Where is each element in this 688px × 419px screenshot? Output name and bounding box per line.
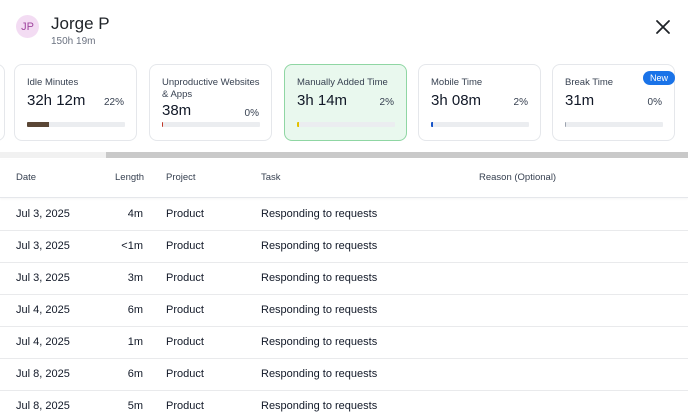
row-length: 6m	[127, 368, 143, 380]
row-task: Responding to requests	[261, 304, 378, 316]
row-length: 5m	[127, 400, 143, 412]
avatar-initials: JP	[21, 20, 34, 33]
summary-card-idle-minutes[interactable]: Idle Minutes 32h 12m 22%	[14, 64, 137, 141]
table-row[interactable]: Jul 8, 2025 5m Product Responding to reques…	[0, 391, 688, 419]
card-value: 31m	[565, 92, 595, 109]
horizontal-scrollbar[interactable]	[0, 152, 688, 158]
user-total-time: 150h 19m	[51, 36, 96, 47]
card-title: Idle Minutes	[27, 77, 79, 88]
card-percent: 0%	[647, 97, 662, 108]
progress-bar	[431, 122, 529, 127]
row-project: Product	[166, 368, 204, 380]
row-task: Responding to requests	[261, 368, 378, 380]
row-project: Product	[166, 208, 204, 220]
column-header-date[interactable]: Date	[16, 172, 36, 183]
row-project: Product	[166, 400, 204, 412]
row-date: Jul 3, 2025	[16, 208, 70, 220]
row-date: Jul 4, 2025	[16, 336, 70, 348]
dialog-header: JP Jorge P 150h 19m	[0, 0, 688, 60]
row-project: Product	[166, 272, 204, 284]
card-percent: 0%	[244, 108, 259, 119]
card-value: 3h 08m	[431, 92, 482, 109]
progress-fill	[431, 122, 433, 127]
row-date: Jul 4, 2025	[16, 304, 70, 316]
card-value: 38m	[162, 102, 192, 119]
card-title: Mobile Time	[431, 77, 483, 88]
scrollbar-thumb[interactable]	[106, 152, 688, 158]
progress-fill	[297, 122, 299, 127]
table-row[interactable]: Jul 3, 2025 3m Product Responding to reques…	[0, 263, 688, 295]
row-length: <1m	[121, 240, 143, 252]
table-row[interactable]: Jul 4, 2025 6m Product Responding to reques…	[0, 295, 688, 327]
progress-fill	[162, 122, 164, 127]
row-task: Responding to requests	[261, 272, 378, 284]
table-row[interactable]: Jul 3, 2025 4m Product Responding to reques…	[0, 199, 688, 231]
progress-fill	[27, 122, 49, 127]
summary-card-break-time[interactable]: Break Time 31m 0% New	[552, 64, 675, 141]
card-title: Unproductive Websites & Apps	[162, 77, 260, 100]
progress-bar	[27, 122, 125, 127]
table-row[interactable]: Jul 4, 2025 1m Product Responding to reques…	[0, 327, 688, 359]
row-length: 6m	[127, 304, 143, 316]
column-header-project[interactable]: Project	[166, 172, 196, 183]
row-length: 3m	[127, 272, 143, 284]
row-project: Product	[166, 240, 204, 252]
card-percent: 2%	[513, 97, 528, 108]
progress-fill	[565, 122, 567, 127]
column-header-task[interactable]: Task	[261, 172, 281, 183]
summary-card-unproductive[interactable]: Unproductive Websites & Apps 38m 0%	[149, 64, 272, 141]
avatar: JP	[16, 15, 39, 38]
row-task: Responding to requests	[261, 336, 378, 348]
summary-card-previous[interactable]	[0, 64, 5, 141]
row-date: Jul 8, 2025	[16, 368, 70, 380]
table-row[interactable]: Jul 8, 2025 6m Product Responding to reques…	[0, 359, 688, 391]
summary-cards[interactable]: Idle Minutes 32h 12m 22% Unproductive We…	[0, 64, 688, 142]
card-percent: 2%	[379, 97, 394, 108]
column-header-length[interactable]: Length	[115, 172, 144, 183]
card-title: Manually Added Time	[297, 77, 388, 88]
summary-card-manually-added[interactable]: Manually Added Time 3h 14m 2%	[284, 64, 407, 141]
card-value: 32h 12m	[27, 92, 86, 109]
progress-bar	[565, 122, 663, 127]
progress-bar	[297, 122, 395, 127]
row-length: 4m	[127, 208, 143, 220]
close-icon[interactable]	[652, 16, 674, 38]
row-length: 1m	[127, 336, 143, 348]
new-badge: New	[642, 71, 675, 85]
row-task: Responding to requests	[261, 208, 378, 220]
row-date: Jul 8, 2025	[16, 400, 70, 412]
progress-bar	[162, 122, 260, 127]
row-task: Responding to requests	[261, 240, 378, 252]
row-project: Product	[166, 336, 204, 348]
row-date: Jul 3, 2025	[16, 272, 70, 284]
column-header-reason[interactable]: Reason (Optional)	[479, 172, 556, 183]
row-project: Product	[166, 304, 204, 316]
table-header: Date Length Project Task Reason (Optiona…	[0, 160, 688, 198]
row-task: Responding to requests	[261, 400, 378, 412]
table-row[interactable]: Jul 3, 2025 <1m Product Responding to reque…	[0, 231, 688, 263]
row-date: Jul 3, 2025	[16, 240, 70, 252]
card-value: 3h 14m	[297, 92, 348, 109]
summary-card-mobile-time[interactable]: Mobile Time 3h 08m 2%	[418, 64, 541, 141]
user-name: Jorge P	[51, 14, 110, 33]
time-entries-table: Jul 3, 2025 4m Product Responding to reques…	[0, 199, 688, 419]
card-percent: 22%	[103, 97, 124, 108]
